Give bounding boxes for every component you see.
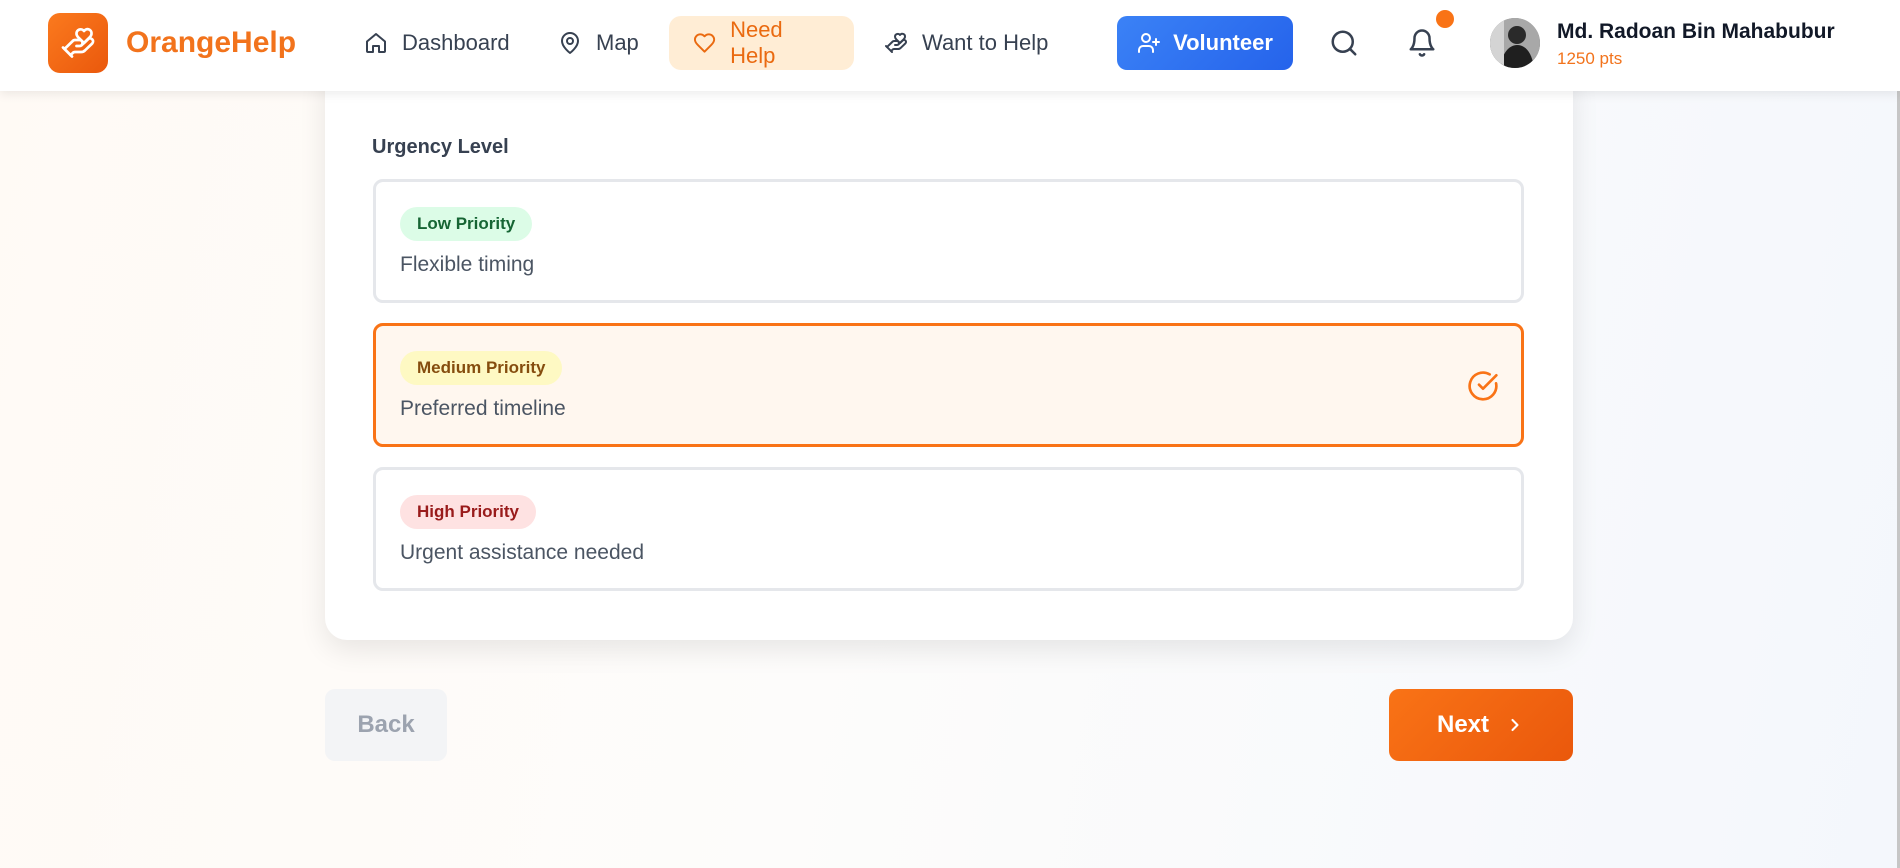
urgency-level-label: Urgency Level: [372, 136, 509, 158]
check-circle-icon: [1468, 371, 1498, 401]
user-plus-icon: [1138, 33, 1161, 53]
brand-name: OrangeHelp: [126, 26, 297, 59]
nav-item-map[interactable]: Map: [534, 16, 663, 70]
option-description: Preferred timeline: [400, 397, 566, 420]
search-icon: [1331, 30, 1357, 56]
nav-item-label: Map: [596, 30, 639, 55]
hand-heart-icon: [885, 32, 907, 53]
brand[interactable]: OrangeHelp: [48, 13, 296, 73]
option-description: Urgent assistance needed: [400, 541, 644, 564]
hand-heart-icon: [48, 13, 108, 73]
volunteer-button[interactable]: Volunteer: [1117, 16, 1293, 70]
next-button[interactable]: Next: [1389, 689, 1573, 761]
urgency-option-low[interactable]: Low Priority Flexible timing: [373, 179, 1524, 303]
urgency-option-medium[interactable]: Medium Priority Preferred timeline: [373, 323, 1524, 447]
urgency-option-high[interactable]: High Priority Urgent assistance needed: [373, 467, 1524, 591]
option-description: Flexible timing: [400, 253, 535, 276]
nav-item-label: Dashboard: [402, 30, 510, 55]
home-icon: [366, 33, 386, 53]
nav-item-need-help[interactable]: Need Help: [669, 16, 854, 70]
priority-badge-low: Low Priority: [400, 207, 533, 241]
priority-badge-medium: Medium Priority: [400, 351, 563, 385]
nav-item-dashboard[interactable]: Dashboard: [340, 16, 534, 70]
notification-indicator: [1436, 10, 1454, 28]
map-pin-icon: [561, 32, 579, 54]
nav-item-want-to-help[interactable]: Want to Help: [860, 16, 1072, 70]
top-navigation-bar: OrangeHelp Dashboard Map Need Help Want …: [0, 0, 1900, 91]
avatar[interactable]: [1490, 18, 1540, 68]
next-button-label: Next: [1436, 711, 1490, 738]
user-points: 1250 pts: [1557, 49, 1623, 68]
user-name: Md. Radoan Bin Mahabubur: [1557, 20, 1835, 43]
notifications-button[interactable]: [1404, 25, 1440, 61]
back-button[interactable]: Back: [325, 689, 447, 761]
nav-item-label: Need Help: [730, 17, 783, 68]
priority-badge-high: High Priority: [400, 495, 537, 529]
search-button[interactable]: [1326, 25, 1362, 61]
bell-icon: [1409, 29, 1435, 57]
chevron-right-icon: [1511, 718, 1519, 732]
volunteer-button-label: Volunteer: [1173, 30, 1273, 55]
nav-item-label: Want to Help: [922, 30, 1049, 55]
heart-icon: [693, 33, 716, 53]
